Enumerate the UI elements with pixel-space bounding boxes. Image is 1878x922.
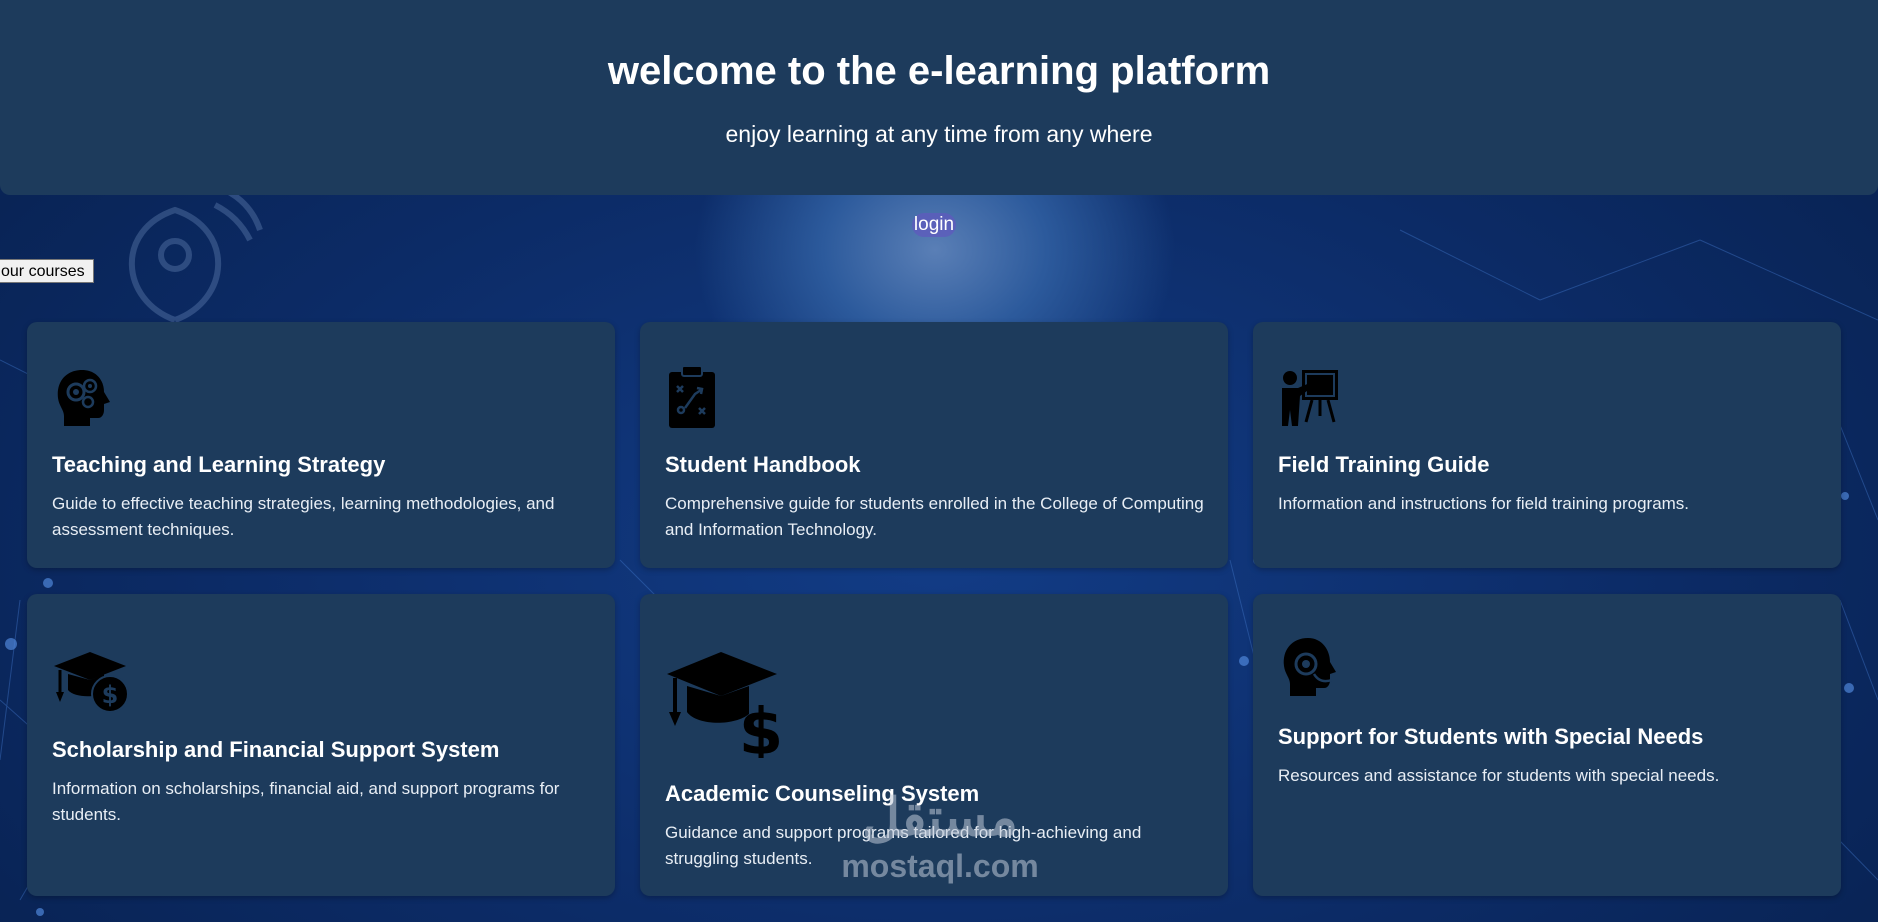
watermark-arabic: مستقل [862,789,1018,847]
card-description: Information on scholarships, financial a… [52,779,560,824]
card-field-training-guide[interactable]: Field Training Guide Information and ins… [1253,322,1841,568]
svg-text:$: $ [102,681,119,709]
card-description: Comprehensive guide for students enrolle… [665,494,1204,539]
page-subtitle: enjoy learning at any time from any wher… [725,121,1153,147]
card-title: Scholarship and Financial Support System [52,737,500,762]
head-headset-icon [1278,634,1342,705]
our-courses-button[interactable]: our courses [0,259,94,283]
card-description: Information and instructions for field t… [1278,494,1690,513]
teacher-board-icon [1278,366,1342,433]
card-description: Resources and assistance for students wi… [1278,766,1720,785]
graduation-cap-dollar-icon: $ [665,646,785,770]
watermark-latin: mostaql.com [841,848,1039,884]
graduation-cap-dollar-icon: $ [52,648,132,719]
strategy-clipboard-icon [665,364,719,435]
card-title: Support for Students with Special Needs [1278,724,1704,749]
head-gears-icon [52,366,116,435]
card-student-handbook[interactable]: Student Handbook Comprehensive guide for… [640,322,1228,568]
card-teaching-learning-strategy[interactable]: Teaching and Learning Strategy Guide to … [27,322,615,568]
card-title: Teaching and Learning Strategy [52,452,386,477]
page-title: welcome to the e-learning platform [607,49,1271,93]
svg-text:$: $ [739,696,784,758]
card-title: Student Handbook [665,452,861,477]
card-description: Guide to effective teaching strategies, … [52,494,555,539]
login-link[interactable]: login [912,213,956,237]
card-scholarship-financial-support[interactable]: $ Scholarship and Financial Support Syst… [27,594,615,896]
welcome-header: welcome to the e-learning platform enjoy… [0,0,1878,195]
card-special-needs-support[interactable]: Support for Students with Special Needs … [1253,594,1841,896]
card-title: Field Training Guide [1278,452,1490,477]
mostaql-watermark: مستقل mostaql.com [820,788,1060,884]
